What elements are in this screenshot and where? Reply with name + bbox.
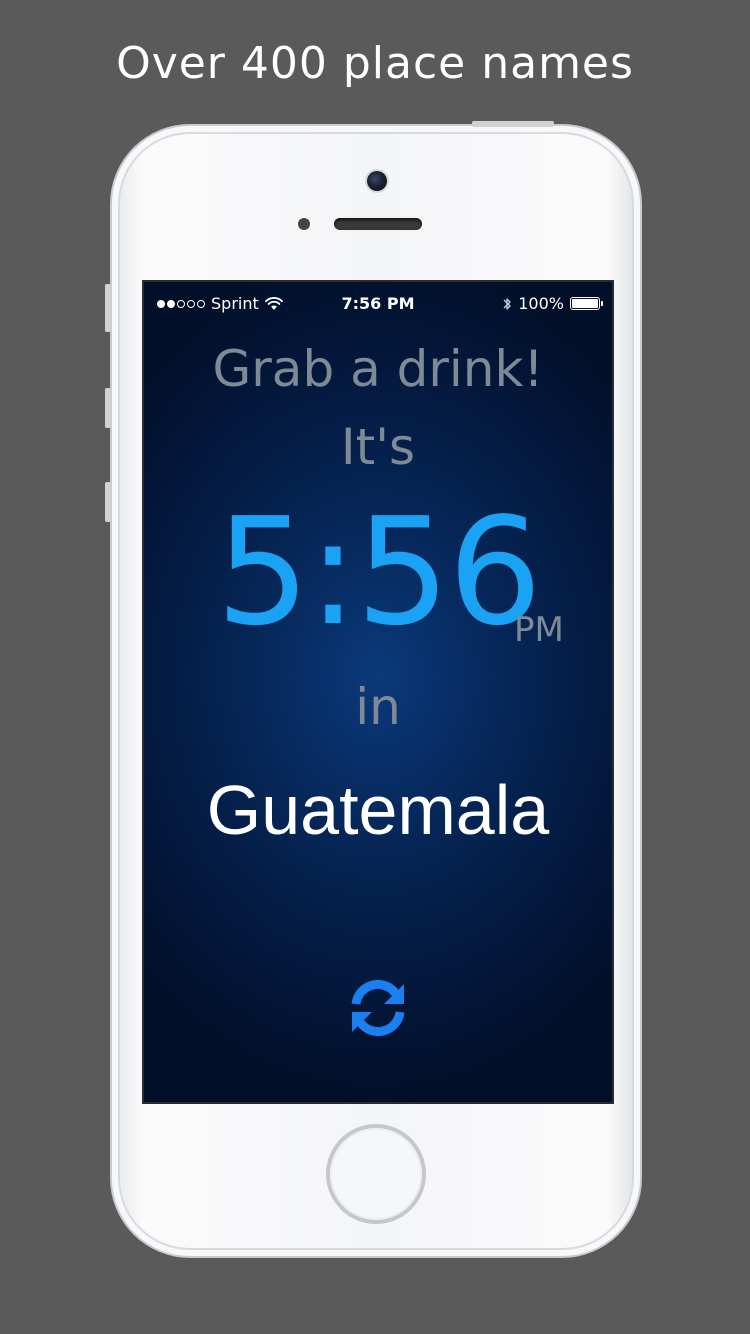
- mute-switch: [105, 284, 111, 332]
- front-camera: [367, 171, 387, 191]
- status-bar: Sprint 7:56 PM 100%: [144, 282, 612, 322]
- home-button[interactable]: [330, 1128, 422, 1220]
- in-label: in: [355, 678, 401, 736]
- volume-up-button: [105, 388, 111, 428]
- time-display: 5:56 PM: [144, 492, 612, 652]
- bluetooth-icon: [503, 297, 511, 310]
- volume-down-button: [105, 482, 111, 522]
- earpiece-speaker: [334, 218, 422, 230]
- its-label: It's: [340, 418, 416, 476]
- status-right: 100%: [502, 294, 603, 313]
- iphone-frame: Sprint 7:56 PM 100% Grab a drink! It's 5…: [105, 121, 640, 1256]
- proximity-sensor: [298, 218, 310, 230]
- battery-fill: [572, 299, 598, 308]
- refresh-icon[interactable]: [346, 976, 410, 1040]
- phone-screen: Sprint 7:56 PM 100% Grab a drink! It's 5…: [144, 282, 612, 1102]
- promo-headline: Over 400 place names: [116, 38, 634, 89]
- battery-percent: 100%: [518, 294, 564, 313]
- battery-icon: [570, 297, 603, 310]
- ampm-label: PM: [514, 610, 564, 650]
- power-button: [472, 121, 554, 127]
- place-name: Guatemala: [206, 771, 550, 849]
- message-line: Grab a drink!: [212, 340, 544, 398]
